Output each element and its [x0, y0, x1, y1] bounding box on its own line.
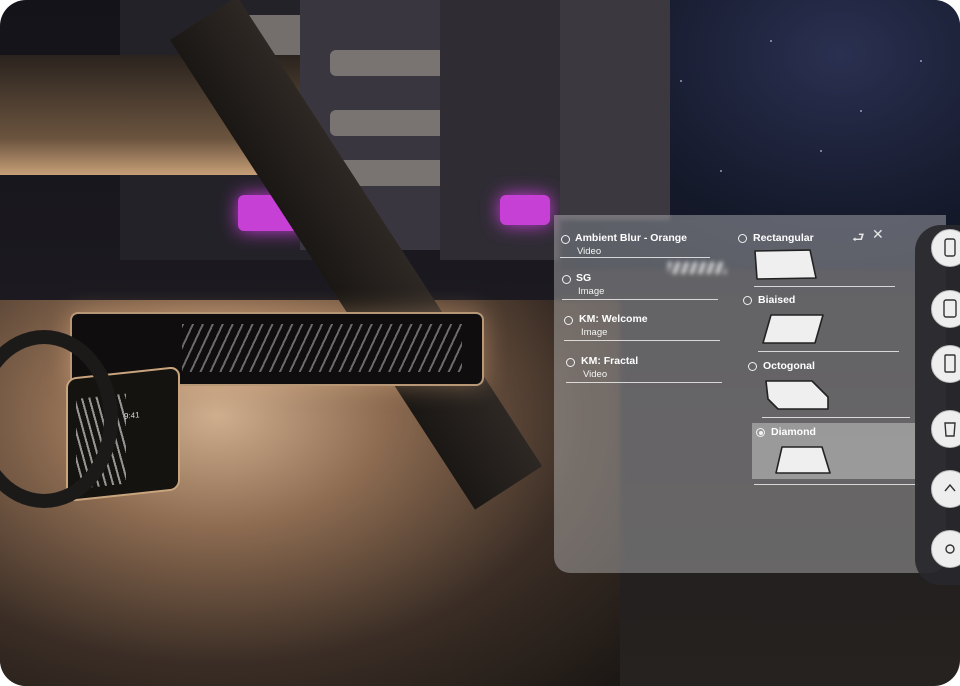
cup-icon — [944, 422, 956, 437]
rail-button-phone[interactable] — [931, 229, 960, 267]
shape-label: Diamond — [771, 426, 816, 438]
parallelogram-shape-icon — [762, 314, 824, 344]
divider — [566, 382, 722, 383]
rail-button-extra[interactable] — [931, 530, 960, 568]
item-type: Video — [577, 246, 602, 257]
radio-button-selected[interactable] — [756, 428, 765, 437]
rail-button-cup[interactable] — [931, 410, 960, 448]
list-item[interactable]: KM: Welcome Image — [554, 303, 724, 343]
divider — [754, 484, 918, 485]
divider — [762, 417, 910, 418]
divider — [564, 340, 720, 341]
shape-option-biaised[interactable]: Biaised — [739, 291, 904, 353]
side-rail — [915, 225, 960, 585]
octagon-shape-icon — [765, 380, 829, 410]
item-type: Image — [581, 327, 608, 338]
phone-icon — [944, 238, 956, 257]
radio-button[interactable] — [562, 275, 571, 284]
divider — [562, 299, 718, 300]
radio-button[interactable] — [738, 234, 747, 243]
list-item[interactable]: SG Image — [554, 260, 724, 300]
rectangle-shape-icon — [754, 249, 817, 280]
divider — [754, 286, 895, 287]
clock-readout: 9:41 — [124, 410, 140, 421]
close-icon[interactable]: ✕ — [872, 226, 884, 243]
item-title: SG — [576, 272, 592, 284]
list-item[interactable]: KM: Fractal Video — [554, 345, 724, 385]
radio-button[interactable] — [748, 362, 757, 371]
radio-button[interactable] — [564, 316, 573, 325]
extra-icon — [945, 544, 955, 554]
rail-button-screen[interactable] — [931, 345, 960, 383]
shape-option-diamond[interactable]: Diamond — [752, 423, 916, 479]
rail-button-tablet[interactable] — [931, 290, 960, 328]
list-item[interactable]: Ambient Blur - Orange Video — [554, 215, 724, 257]
scene-viewport: 9:41 Ambient Blur - Orange Video SG Imag… — [0, 0, 960, 686]
screen-icon — [944, 354, 956, 373]
shape-label: Rectangular — [753, 232, 814, 244]
item-title: KM: Welcome — [579, 313, 648, 325]
radio-button[interactable] — [743, 296, 752, 305]
radio-button[interactable] — [566, 358, 575, 367]
item-type: Video — [583, 369, 608, 380]
tablet-icon — [943, 299, 957, 318]
item-type: Image — [578, 286, 605, 297]
item-title: Ambient Blur - Orange — [575, 232, 688, 244]
shape-label: Biaised — [758, 294, 796, 306]
divider — [560, 257, 710, 258]
trapezoid-shape-icon — [775, 446, 831, 474]
item-title: KM: Fractal — [581, 355, 639, 367]
building — [440, 0, 560, 260]
content-selection-panel: Ambient Blur - Orange Video SG Image KM:… — [554, 215, 946, 573]
return-icon[interactable]: ⮐ — [852, 227, 865, 251]
building — [560, 0, 670, 220]
chevron-icon — [944, 483, 956, 492]
shape-label: Octogonal — [763, 360, 815, 372]
shape-option-octogonal[interactable]: Octogonal — [744, 357, 909, 419]
rail-button-chevron[interactable] — [931, 470, 960, 508]
divider — [758, 351, 899, 352]
radio-button[interactable] — [561, 235, 570, 244]
